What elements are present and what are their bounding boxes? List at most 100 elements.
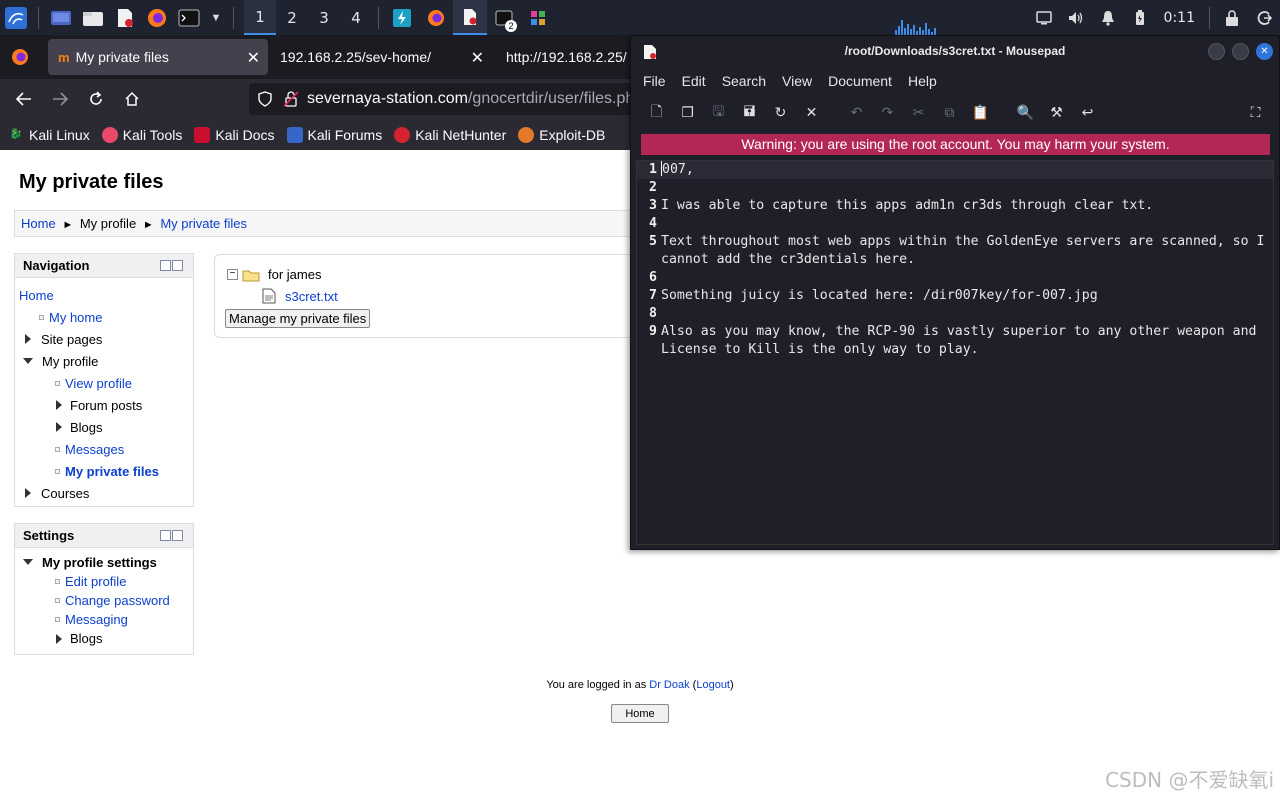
messaging-link[interactable]: Messaging bbox=[65, 612, 128, 627]
s3cret-file-link[interactable]: s3cret.txt bbox=[285, 289, 338, 304]
menu-document[interactable]: Document bbox=[820, 73, 900, 89]
editor-line[interactable]: 4 bbox=[637, 215, 1273, 233]
undo-button[interactable]: ↶ bbox=[841, 100, 872, 126]
bookmark-kali-forums[interactable]: Kali Forums bbox=[286, 126, 382, 143]
workspace-3[interactable]: 3 bbox=[308, 0, 340, 35]
battery-icon[interactable] bbox=[1128, 6, 1152, 30]
logout-link[interactable]: Logout bbox=[696, 679, 730, 691]
menu-edit[interactable]: Edit bbox=[674, 73, 714, 89]
tab-sev-home[interactable]: 192.168.2.25/sev-home/ ✕ bbox=[270, 39, 492, 75]
fullscreen-button[interactable]: ⛶ bbox=[1240, 99, 1271, 125]
notification-bell-icon[interactable] bbox=[1096, 6, 1120, 30]
nav-item-courses[interactable]: Courses bbox=[19, 482, 189, 504]
firefox-icon[interactable] bbox=[145, 6, 169, 30]
nav-item-site-pages[interactable]: Site pages bbox=[19, 328, 189, 350]
expand-arrow-icon[interactable] bbox=[25, 488, 31, 498]
maximize-button[interactable] bbox=[1232, 43, 1249, 60]
manage-private-files-button[interactable]: Manage my private files bbox=[225, 309, 371, 328]
nav-item-my-profile[interactable]: My profile bbox=[19, 350, 189, 372]
bookmark-kali-nethunter[interactable]: Kali NetHunter bbox=[394, 126, 506, 143]
back-button[interactable] bbox=[6, 83, 42, 115]
lock-screen-icon[interactable] bbox=[1220, 6, 1244, 30]
taskbar-app-other[interactable] bbox=[521, 0, 555, 35]
show-desktop-icon[interactable] bbox=[49, 6, 73, 30]
minimize-button[interactable] bbox=[1208, 43, 1225, 60]
text-editor-area[interactable]: 1 007, 2 3 I was able to capture this apps a… bbox=[636, 160, 1274, 545]
menu-file[interactable]: File bbox=[635, 73, 674, 89]
save-button[interactable]: 🖫 bbox=[703, 100, 734, 126]
firefox-view-button[interactable] bbox=[0, 39, 40, 75]
text-editor-icon[interactable] bbox=[113, 6, 137, 30]
nav-item-forum-posts[interactable]: Forum posts bbox=[19, 394, 189, 416]
taskbar-app-terminal[interactable]: 2 bbox=[487, 0, 521, 35]
taskbar-app-burp[interactable] bbox=[385, 0, 419, 35]
reload-button[interactable]: ↻ bbox=[765, 100, 796, 126]
logout-icon[interactable] bbox=[1252, 6, 1276, 30]
menu-search[interactable]: Search bbox=[714, 73, 774, 89]
edit-profile-link[interactable]: Edit profile bbox=[65, 574, 126, 589]
settings-item-my-profile[interactable]: My profile settings bbox=[19, 552, 189, 572]
close-document-button[interactable]: ✕ bbox=[796, 100, 827, 126]
close-icon[interactable]: ✕ bbox=[247, 48, 260, 68]
nav-home-link[interactable]: Home bbox=[19, 288, 54, 303]
editor-line[interactable]: 6 bbox=[637, 269, 1273, 287]
copy-button[interactable]: ⧉ bbox=[934, 100, 965, 126]
tab-http[interactable]: http://192.168.2.25/ bbox=[496, 39, 646, 75]
collapse-toggle-icon[interactable]: − bbox=[227, 269, 238, 280]
expand-arrow-icon[interactable] bbox=[56, 400, 62, 410]
tab-my-private-files[interactable]: m My private files ✕ bbox=[48, 39, 268, 75]
bookmark-exploit-db[interactable]: Exploit-DB bbox=[518, 126, 605, 143]
menu-view[interactable]: View bbox=[774, 73, 820, 89]
editor-line[interactable]: 5 Text throughout most web apps within th… bbox=[637, 233, 1273, 269]
editor-line[interactable]: 8 bbox=[637, 305, 1273, 323]
bookmark-kali-docs[interactable]: Kali Docs bbox=[194, 126, 275, 143]
editor-line[interactable]: 1 007, bbox=[637, 161, 1273, 179]
bookmark-kali-linux[interactable]: 🐉 Kali Linux bbox=[8, 127, 90, 143]
user-profile-link[interactable]: Dr Doak bbox=[649, 679, 689, 691]
workspace-2[interactable]: 2 bbox=[276, 0, 308, 35]
go-to-line-button[interactable]: ↩ bbox=[1072, 100, 1103, 126]
collapse-arrow-icon[interactable] bbox=[23, 559, 33, 565]
editor-line[interactable]: 9 Also as you may know, the RCP-90 is vas… bbox=[637, 323, 1273, 359]
forward-button[interactable] bbox=[42, 83, 78, 115]
expand-arrow-icon[interactable] bbox=[25, 334, 31, 344]
editor-line[interactable]: 7 Something juicy is located here: /dir00… bbox=[637, 287, 1273, 305]
taskbar-app-firefox[interactable] bbox=[419, 0, 453, 35]
footer-home-button[interactable]: Home bbox=[611, 704, 669, 723]
nav-my-home-link[interactable]: My home bbox=[49, 310, 102, 325]
nav-messages-link[interactable]: Messages bbox=[65, 442, 124, 457]
new-window-button[interactable]: ❐ bbox=[672, 100, 703, 126]
panel-clock[interactable]: 0:11 bbox=[1164, 10, 1195, 26]
collapse-arrow-icon[interactable] bbox=[23, 358, 33, 364]
home-button[interactable] bbox=[114, 83, 150, 115]
collapse-icon[interactable] bbox=[160, 260, 171, 271]
editor-line[interactable]: 3 I was able to capture this apps adm1n c… bbox=[637, 197, 1273, 215]
settings-item-blogs[interactable]: Blogs bbox=[19, 629, 189, 648]
cut-button[interactable]: ✂ bbox=[903, 100, 934, 126]
nav-view-profile-link[interactable]: View profile bbox=[65, 376, 132, 391]
dock-icon[interactable] bbox=[172, 260, 183, 271]
volume-icon[interactable] bbox=[1064, 6, 1088, 30]
reload-button[interactable] bbox=[78, 83, 114, 115]
paste-button[interactable]: 📋 bbox=[965, 100, 996, 126]
kali-menu-icon[interactable] bbox=[4, 6, 28, 30]
nav-my-private-files-link[interactable]: My private files bbox=[65, 464, 159, 479]
breadcrumb-current-link[interactable]: My private files bbox=[160, 216, 247, 231]
change-password-link[interactable]: Change password bbox=[65, 593, 170, 608]
collapse-icon[interactable] bbox=[160, 530, 171, 541]
close-icon[interactable]: ✕ bbox=[471, 48, 484, 68]
menu-help[interactable]: Help bbox=[900, 73, 945, 89]
find-button[interactable]: 🔍 bbox=[1010, 100, 1041, 126]
expand-arrow-icon[interactable] bbox=[56, 422, 62, 432]
chevron-down-icon[interactable]: ▼ bbox=[209, 6, 223, 30]
window-titlebar[interactable]: /root/Downloads/s3cret.txt - Mousepad ✕ bbox=[631, 36, 1279, 67]
new-document-button[interactable]: 🗋 bbox=[641, 100, 672, 126]
nav-item-blogs[interactable]: Blogs bbox=[19, 416, 189, 438]
save-as-button[interactable]: 🖬 bbox=[734, 100, 765, 126]
close-button[interactable]: ✕ bbox=[1256, 43, 1273, 60]
breadcrumb-home-link[interactable]: Home bbox=[21, 216, 56, 231]
find-replace-button[interactable]: ⚒ bbox=[1041, 100, 1072, 126]
file-manager-icon[interactable] bbox=[81, 6, 105, 30]
editor-line[interactable]: 2 bbox=[637, 179, 1273, 197]
taskbar-app-mousepad[interactable] bbox=[453, 0, 487, 35]
